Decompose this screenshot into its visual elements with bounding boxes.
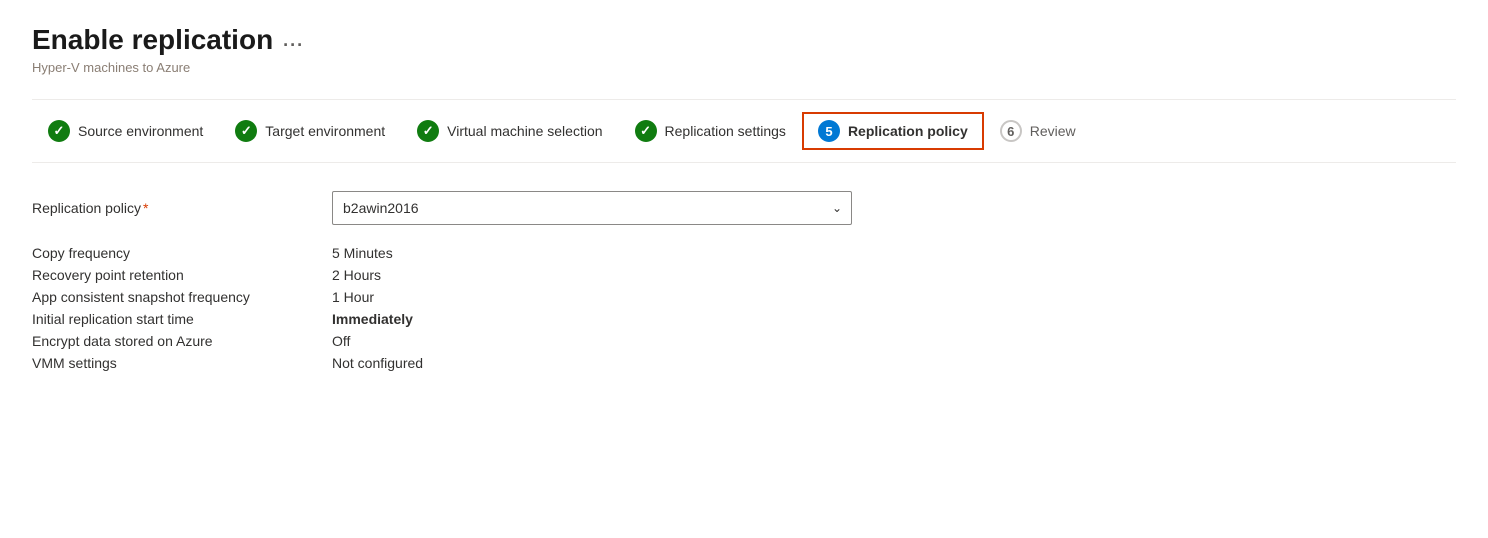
initial-replication-label: Initial replication start time xyxy=(32,311,332,327)
snapshot-frequency-row: App consistent snapshot frequency 1 Hour xyxy=(32,289,932,305)
copy-frequency-value: 5 Minutes xyxy=(332,245,393,261)
policy-info-section: Copy frequency 5 Minutes Recovery point … xyxy=(32,245,932,371)
recovery-point-row: Recovery point retention 2 Hours xyxy=(32,267,932,283)
step-source-label: Source environment xyxy=(78,123,203,139)
step-replication-policy[interactable]: 5 Replication policy xyxy=(802,112,984,150)
snapshot-frequency-label: App consistent snapshot frequency xyxy=(32,289,332,305)
step-vm-label: Virtual machine selection xyxy=(447,123,602,139)
vmm-settings-row: VMM settings Not configured xyxy=(32,355,932,371)
recovery-point-value: 2 Hours xyxy=(332,267,381,283)
page-subtitle: Hyper-V machines to Azure xyxy=(32,60,1456,75)
step-target[interactable]: Target environment xyxy=(219,112,401,150)
step-source-check-icon xyxy=(48,120,70,142)
page-header: Enable replication ... Hyper-V machines … xyxy=(32,24,1456,75)
step-target-label: Target environment xyxy=(265,123,385,139)
replication-policy-select-wrapper: b2awin2016 ⌄ xyxy=(332,191,852,225)
step-vm-check-icon xyxy=(417,120,439,142)
page-title: Enable replication xyxy=(32,24,273,56)
more-options-icon[interactable]: ... xyxy=(283,30,304,51)
step-target-check-icon xyxy=(235,120,257,142)
step-source[interactable]: Source environment xyxy=(32,112,219,150)
replication-policy-label: Replication policy* xyxy=(32,200,332,216)
vmm-settings-label: VMM settings xyxy=(32,355,332,371)
copy-frequency-row: Copy frequency 5 Minutes xyxy=(32,245,932,261)
step-rep-policy-label: Replication policy xyxy=(848,123,968,139)
initial-replication-value: Immediately xyxy=(332,311,413,327)
encrypt-data-row: Encrypt data stored on Azure Off xyxy=(32,333,932,349)
step-review-label: Review xyxy=(1030,123,1076,139)
step-rep-policy-number-icon: 5 xyxy=(818,120,840,142)
step-review-number-icon: 6 xyxy=(1000,120,1022,142)
snapshot-frequency-value: 1 Hour xyxy=(332,289,374,305)
recovery-point-label: Recovery point retention xyxy=(32,267,332,283)
copy-frequency-label: Copy frequency xyxy=(32,245,332,261)
step-review[interactable]: 6 Review xyxy=(984,112,1092,150)
step-rep-settings-check-icon xyxy=(635,120,657,142)
step-replication-settings[interactable]: Replication settings xyxy=(619,112,802,150)
replication-policy-select[interactable]: b2awin2016 xyxy=(332,191,852,225)
form-section: Replication policy* b2awin2016 ⌄ Copy fr… xyxy=(32,191,932,371)
step-vm-selection[interactable]: Virtual machine selection xyxy=(401,112,618,150)
initial-replication-row: Initial replication start time Immediate… xyxy=(32,311,932,327)
vmm-settings-value: Not configured xyxy=(332,355,423,371)
encrypt-data-value: Off xyxy=(332,333,350,349)
encrypt-data-label: Encrypt data stored on Azure xyxy=(32,333,332,349)
required-indicator: * xyxy=(143,200,148,216)
step-rep-settings-label: Replication settings xyxy=(665,123,786,139)
wizard-steps: Source environment Target environment Vi… xyxy=(32,99,1456,163)
replication-policy-row: Replication policy* b2awin2016 ⌄ xyxy=(32,191,932,225)
